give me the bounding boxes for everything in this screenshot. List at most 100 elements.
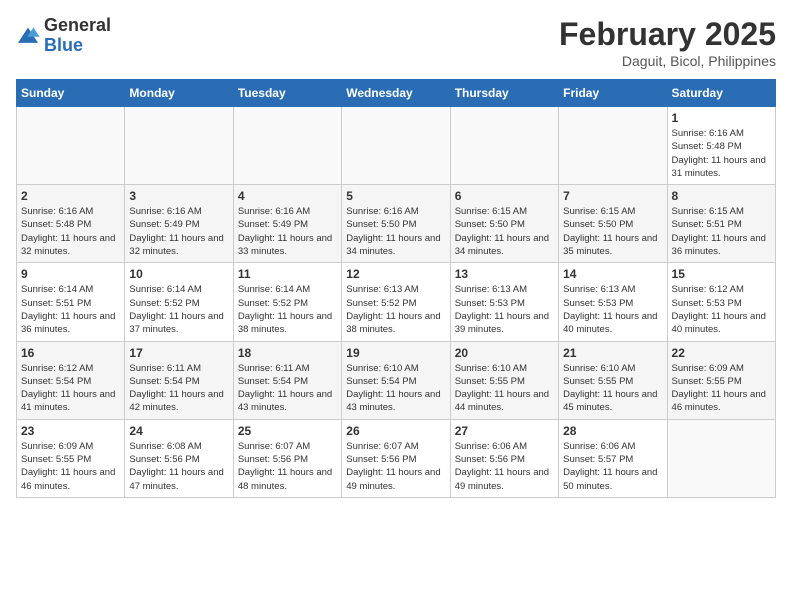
calendar-cell: 21 Sunrise: 6:10 AM Sunset: 5:55 PM Dayli…: [559, 341, 667, 419]
day-info: Sunrise: 6:09 AM Sunset: 5:55 PM Dayligh…: [21, 440, 120, 493]
day-info: Sunrise: 6:11 AM Sunset: 5:54 PM Dayligh…: [129, 362, 228, 415]
calendar-week-row: 1Sunrise: 6:16 AM Sunset: 5:48 PM Daylig…: [17, 107, 776, 185]
day-info: Sunrise: 6:10 AM Sunset: 5:55 PM Dayligh…: [563, 362, 662, 415]
calendar-cell: 12 Sunrise: 6:13 AM Sunset: 5:52 PM Dayli…: [342, 263, 450, 341]
day-number: 1: [672, 111, 771, 125]
calendar-cell: 9Sunrise: 6:14 AM Sunset: 5:51 PM Daylig…: [17, 263, 125, 341]
day-header-thursday: Thursday: [450, 80, 558, 107]
day-number: 14: [563, 267, 662, 281]
calendar-cell: 2 Sunrise: 6:16 AM Sunset: 5:48 PM Daylig…: [17, 185, 125, 263]
calendar-cell: [342, 107, 450, 185]
day-number: 24: [129, 424, 228, 438]
day-info: Sunrise: 6:06 AM Sunset: 5:56 PM Dayligh…: [455, 440, 554, 493]
calendar-cell: 6Sunrise: 6:15 AM Sunset: 5:50 PM Daylig…: [450, 185, 558, 263]
calendar-cell: 20Sunrise: 6:10 AM Sunset: 5:55 PM Dayli…: [450, 341, 558, 419]
calendar-cell: 10 Sunrise: 6:14 AM Sunset: 5:52 PM Dayli…: [125, 263, 233, 341]
day-number: 19: [346, 346, 445, 360]
day-info: Sunrise: 6:11 AM Sunset: 5:54 PM Dayligh…: [238, 362, 337, 415]
day-number: 12: [346, 267, 445, 281]
day-info: Sunrise: 6:16 AM Sunset: 5:49 PM Dayligh…: [238, 205, 337, 258]
day-info: Sunrise: 6:13 AM Sunset: 5:53 PM Dayligh…: [455, 283, 554, 336]
day-number: 9: [21, 267, 120, 281]
day-info: Sunrise: 6:10 AM Sunset: 5:55 PM Dayligh…: [455, 362, 554, 415]
calendar-cell: 22 Sunrise: 6:09 AM Sunset: 5:55 PM Dayli…: [667, 341, 775, 419]
calendar-cell: 7 Sunrise: 6:15 AM Sunset: 5:50 PM Daylig…: [559, 185, 667, 263]
day-info: Sunrise: 6:14 AM Sunset: 5:52 PM Dayligh…: [129, 283, 228, 336]
location: Daguit, Bicol, Philippines: [559, 53, 776, 69]
day-info: Sunrise: 6:16 AM Sunset: 5:50 PM Dayligh…: [346, 205, 445, 258]
calendar-table: SundayMondayTuesdayWednesdayThursdayFrid…: [16, 79, 776, 498]
calendar-week-row: 23Sunrise: 6:09 AM Sunset: 5:55 PM Dayli…: [17, 419, 776, 497]
day-number: 17: [129, 346, 228, 360]
day-info: Sunrise: 6:16 AM Sunset: 5:48 PM Dayligh…: [21, 205, 120, 258]
calendar-cell: 15 Sunrise: 6:12 AM Sunset: 5:53 PM Dayli…: [667, 263, 775, 341]
day-number: 28: [563, 424, 662, 438]
day-number: 2: [21, 189, 120, 203]
day-info: Sunrise: 6:15 AM Sunset: 5:50 PM Dayligh…: [455, 205, 554, 258]
day-number: 4: [238, 189, 337, 203]
day-number: 3: [129, 189, 228, 203]
calendar-week-row: 2 Sunrise: 6:16 AM Sunset: 5:48 PM Daylig…: [17, 185, 776, 263]
logo-general: General: [44, 16, 111, 36]
calendar-cell: 23Sunrise: 6:09 AM Sunset: 5:55 PM Dayli…: [17, 419, 125, 497]
calendar-cell: [450, 107, 558, 185]
month-year: February 2025: [559, 16, 776, 53]
day-number: 8: [672, 189, 771, 203]
day-number: 13: [455, 267, 554, 281]
calendar-cell: 25 Sunrise: 6:07 AM Sunset: 5:56 PM Dayli…: [233, 419, 341, 497]
calendar-cell: 3 Sunrise: 6:16 AM Sunset: 5:49 PM Daylig…: [125, 185, 233, 263]
day-number: 5: [346, 189, 445, 203]
day-header-sunday: Sunday: [17, 80, 125, 107]
day-info: Sunrise: 6:12 AM Sunset: 5:54 PM Dayligh…: [21, 362, 120, 415]
day-number: 22: [672, 346, 771, 360]
day-info: Sunrise: 6:15 AM Sunset: 5:51 PM Dayligh…: [672, 205, 771, 258]
day-info: Sunrise: 6:09 AM Sunset: 5:55 PM Dayligh…: [672, 362, 771, 415]
day-header-saturday: Saturday: [667, 80, 775, 107]
calendar-cell: [17, 107, 125, 185]
day-info: Sunrise: 6:10 AM Sunset: 5:54 PM Dayligh…: [346, 362, 445, 415]
day-number: 7: [563, 189, 662, 203]
day-info: Sunrise: 6:13 AM Sunset: 5:52 PM Dayligh…: [346, 283, 445, 336]
day-number: 18: [238, 346, 337, 360]
calendar-week-row: 16 Sunrise: 6:12 AM Sunset: 5:54 PM Dayli…: [17, 341, 776, 419]
calendar-week-row: 9Sunrise: 6:14 AM Sunset: 5:51 PM Daylig…: [17, 263, 776, 341]
logo: General Blue: [16, 16, 111, 56]
calendar-cell: 13 Sunrise: 6:13 AM Sunset: 5:53 PM Dayli…: [450, 263, 558, 341]
calendar-cell: 1Sunrise: 6:16 AM Sunset: 5:48 PM Daylig…: [667, 107, 775, 185]
day-info: Sunrise: 6:14 AM Sunset: 5:52 PM Dayligh…: [238, 283, 337, 336]
logo-icon: [16, 26, 40, 46]
calendar-cell: 24Sunrise: 6:08 AM Sunset: 5:56 PM Dayli…: [125, 419, 233, 497]
day-info: Sunrise: 6:15 AM Sunset: 5:50 PM Dayligh…: [563, 205, 662, 258]
day-info: Sunrise: 6:16 AM Sunset: 5:49 PM Dayligh…: [129, 205, 228, 258]
calendar-cell: 27 Sunrise: 6:06 AM Sunset: 5:56 PM Dayli…: [450, 419, 558, 497]
calendar-cell: [233, 107, 341, 185]
day-info: Sunrise: 6:07 AM Sunset: 5:56 PM Dayligh…: [346, 440, 445, 493]
calendar-cell: 19 Sunrise: 6:10 AM Sunset: 5:54 PM Dayli…: [342, 341, 450, 419]
day-info: Sunrise: 6:07 AM Sunset: 5:56 PM Dayligh…: [238, 440, 337, 493]
calendar-cell: 17 Sunrise: 6:11 AM Sunset: 5:54 PM Dayli…: [125, 341, 233, 419]
day-number: 10: [129, 267, 228, 281]
calendar-cell: 28 Sunrise: 6:06 AM Sunset: 5:57 PM Dayli…: [559, 419, 667, 497]
day-number: 11: [238, 267, 337, 281]
calendar-cell: 8 Sunrise: 6:15 AM Sunset: 5:51 PM Daylig…: [667, 185, 775, 263]
day-number: 16: [21, 346, 120, 360]
calendar-cell: [667, 419, 775, 497]
calendar-header-row: SundayMondayTuesdayWednesdayThursdayFrid…: [17, 80, 776, 107]
day-header-tuesday: Tuesday: [233, 80, 341, 107]
day-number: 21: [563, 346, 662, 360]
calendar-cell: 18 Sunrise: 6:11 AM Sunset: 5:54 PM Dayli…: [233, 341, 341, 419]
calendar-cell: 26 Sunrise: 6:07 AM Sunset: 5:56 PM Dayli…: [342, 419, 450, 497]
day-number: 26: [346, 424, 445, 438]
day-info: Sunrise: 6:12 AM Sunset: 5:53 PM Dayligh…: [672, 283, 771, 336]
logo-blue: Blue: [44, 36, 111, 56]
day-header-monday: Monday: [125, 80, 233, 107]
calendar-cell: [125, 107, 233, 185]
day-number: 27: [455, 424, 554, 438]
day-info: Sunrise: 6:13 AM Sunset: 5:53 PM Dayligh…: [563, 283, 662, 336]
day-number: 15: [672, 267, 771, 281]
day-number: 25: [238, 424, 337, 438]
title-block: February 2025 Daguit, Bicol, Philippines: [559, 16, 776, 69]
calendar-cell: 11 Sunrise: 6:14 AM Sunset: 5:52 PM Dayli…: [233, 263, 341, 341]
day-info: Sunrise: 6:06 AM Sunset: 5:57 PM Dayligh…: [563, 440, 662, 493]
calendar-cell: 5 Sunrise: 6:16 AM Sunset: 5:50 PM Daylig…: [342, 185, 450, 263]
